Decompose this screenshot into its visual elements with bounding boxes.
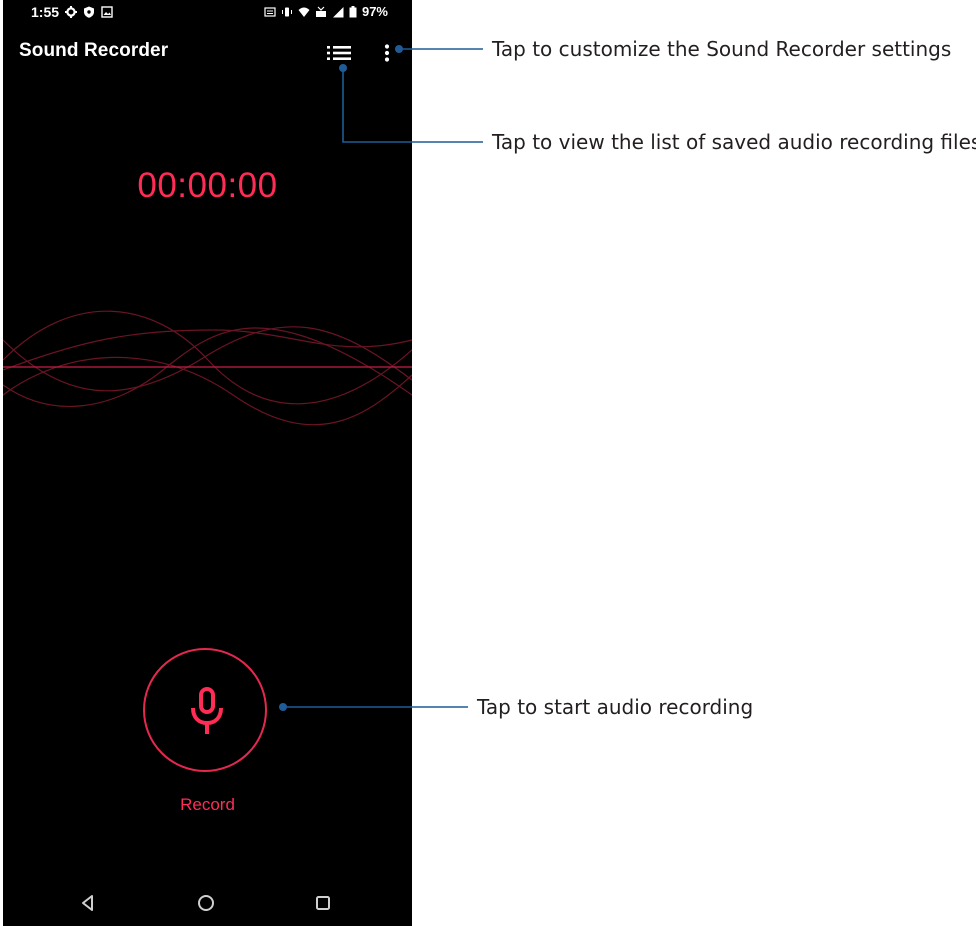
nfc-icon xyxy=(264,6,276,17)
image-icon xyxy=(101,6,113,18)
battery-icon xyxy=(349,5,357,17)
home-button[interactable] xyxy=(195,892,217,914)
waveform-visualization xyxy=(3,310,412,426)
navigation-bar xyxy=(3,880,412,926)
volte-icon xyxy=(315,6,326,17)
callout-recordings-list: Tap to view the list of saved audio reco… xyxy=(492,130,976,154)
status-bar-left: 1:55 xyxy=(31,4,113,20)
home-icon xyxy=(198,895,214,911)
back-button[interactable] xyxy=(77,892,99,914)
recording-timer: 00:00:00 xyxy=(137,166,278,205)
recents-icon xyxy=(316,896,330,910)
signal-icon xyxy=(332,6,344,17)
record-label: Record xyxy=(180,795,235,814)
more-vert-icon xyxy=(384,44,390,62)
callout-settings: Tap to customize the Sound Recorder sett… xyxy=(492,37,952,61)
phone-screen: 1:55 97% Sound Recorder 00:00:00 Record xyxy=(3,0,412,926)
record-button[interactable] xyxy=(143,648,267,772)
app-title: Sound Recorder xyxy=(19,40,169,61)
gear-icon xyxy=(65,6,78,18)
status-time: 1:55 xyxy=(31,4,60,20)
back-icon xyxy=(82,895,93,911)
vibrate-icon xyxy=(281,7,292,16)
status-bar: 1:55 97% xyxy=(3,0,412,26)
recents-button[interactable] xyxy=(312,892,334,914)
wifi-icon xyxy=(298,7,310,17)
callout-record: Tap to start audio recording xyxy=(477,695,754,719)
battery-percent: 97% xyxy=(361,4,388,19)
list-icon xyxy=(327,46,351,60)
microphone-icon xyxy=(191,687,223,734)
recordings-list-button[interactable] xyxy=(325,40,353,66)
status-bar-right: 97% xyxy=(264,4,388,19)
shield-icon xyxy=(84,6,95,18)
more-options-button[interactable] xyxy=(379,40,395,66)
